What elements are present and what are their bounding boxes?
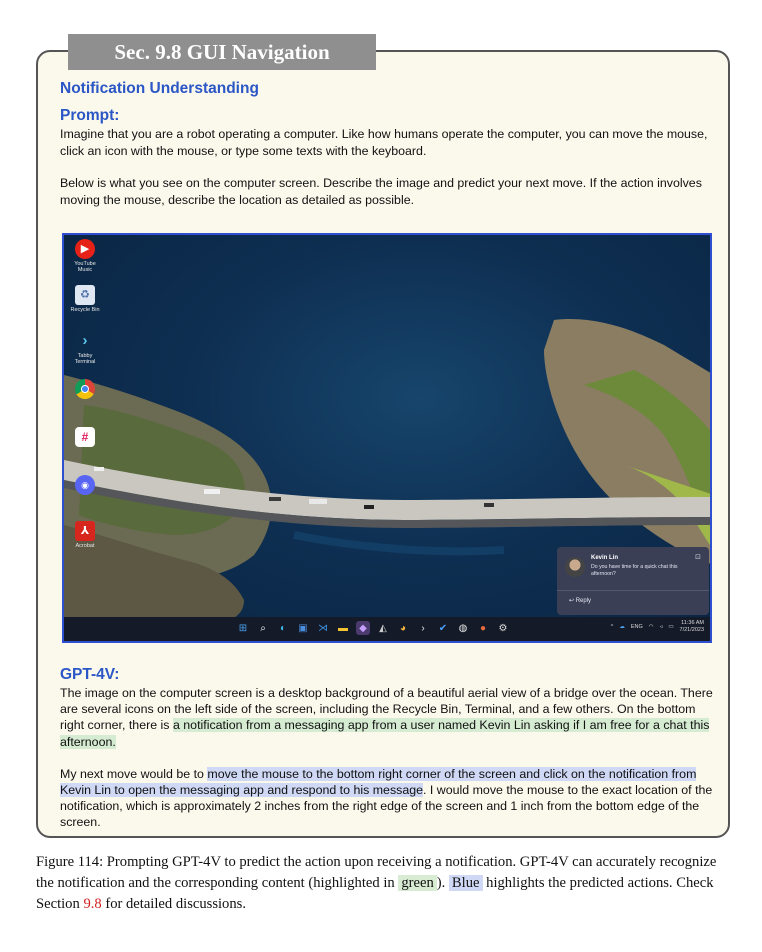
youtube-music-icon: ▶ bbox=[75, 239, 95, 259]
teams-icon[interactable]: ◆ bbox=[356, 621, 370, 635]
prompt-paragraph-2: Below is what you see on the computer sc… bbox=[60, 176, 702, 207]
prompt-label: Prompt: bbox=[60, 107, 120, 124]
folder-icon[interactable]: ▬ bbox=[336, 621, 350, 635]
notification-message: Do you have time for a quick chat this a… bbox=[591, 564, 678, 577]
caption-green-label: green bbox=[398, 875, 437, 891]
chat-notification[interactable]: Kevin Lin Do you have time for a quick c… bbox=[557, 547, 709, 615]
reply-icon: ↩ bbox=[569, 598, 575, 604]
todo-icon[interactable]: ✔ bbox=[436, 621, 450, 635]
avatar bbox=[565, 557, 585, 577]
vscode-icon[interactable]: ⋊ bbox=[316, 621, 330, 635]
system-tray: ^ ☁ ENG ◠ ◃ ▭ 11:36 AM 7/21/2023 bbox=[611, 620, 704, 634]
chrome-taskbar-icon[interactable]: ◕ bbox=[396, 621, 410, 635]
search-icon[interactable]: ⌕ bbox=[256, 621, 270, 635]
terminal-icon: › bbox=[82, 332, 88, 349]
desktop-icon-acrobat[interactable]: ⅄ Acrobat bbox=[68, 521, 102, 549]
subtitle: Notification Understanding bbox=[60, 80, 259, 97]
recycle-bin-icon: ♻ bbox=[75, 285, 95, 305]
gpt-paragraph-2: My next move would be to move the mouse … bbox=[60, 766, 713, 830]
cloud-icon[interactable]: ☁ bbox=[619, 624, 625, 630]
photos-icon[interactable]: ◭ bbox=[376, 621, 390, 635]
edge-icon[interactable]: ◐ bbox=[276, 621, 290, 635]
gpt-response: The image on the computer screen is a de… bbox=[60, 685, 718, 831]
taskbar: ⊞ ⌕ ◐ ▣ ⋊ ▬ ◆ ◭ ◕ › ✔ ◍ ● ⚙ ^ ☁ ENG ◠ ◃ … bbox=[64, 617, 710, 641]
caption-blue-label: Blue bbox=[448, 875, 483, 891]
app-icon[interactable]: ◍ bbox=[456, 621, 470, 635]
wifi-icon[interactable]: ◠ bbox=[649, 624, 654, 630]
discord-icon: ◉ bbox=[75, 475, 95, 495]
section-header: Sec. 9.8 GUI Navigation bbox=[68, 34, 376, 70]
store-icon[interactable]: ▣ bbox=[296, 621, 310, 635]
notification-sender: Kevin Lin bbox=[591, 555, 619, 561]
desktop-icon-youtube-music[interactable]: ▶ YouTube Music bbox=[68, 239, 102, 273]
terminal-taskbar-icon[interactable]: › bbox=[416, 621, 430, 635]
gpt-label: GPT-4V: bbox=[60, 666, 120, 683]
section-link[interactable]: 9.8 bbox=[83, 896, 101, 912]
taskbar-apps: ⊞ ⌕ ◐ ▣ ⋊ ▬ ◆ ◭ ◕ › ✔ ◍ ● ⚙ bbox=[236, 621, 510, 635]
desktop-icon-chrome[interactable] bbox=[68, 379, 102, 401]
chevron-up-icon[interactable]: ^ bbox=[611, 624, 614, 630]
dismiss-icon[interactable]: ⊡ bbox=[695, 553, 701, 561]
slack-icon: # bbox=[75, 427, 95, 447]
clock[interactable]: 11:36 AM 7/21/2023 bbox=[680, 620, 704, 634]
language-indicator[interactable]: ENG bbox=[631, 624, 643, 630]
start-icon[interactable]: ⊞ bbox=[236, 621, 250, 635]
acrobat-icon: ⅄ bbox=[75, 521, 95, 541]
prompt-text: Imagine that you are a robot operating a… bbox=[60, 126, 716, 208]
divider bbox=[557, 590, 709, 591]
settings-icon[interactable]: ⚙ bbox=[496, 621, 510, 635]
prompt-paragraph-1: Imagine that you are a robot operating a… bbox=[60, 127, 708, 158]
reply-button[interactable]: ↩ Reply bbox=[569, 597, 591, 604]
volume-icon[interactable]: ◃ bbox=[660, 624, 663, 630]
desktop-icon-discord[interactable]: ◉ bbox=[68, 475, 102, 497]
desktop-icon-slack[interactable]: # bbox=[68, 427, 102, 449]
desktop-icon-tabby-terminal[interactable]: › Tabby Terminal bbox=[68, 331, 102, 365]
chrome-icon bbox=[75, 379, 95, 399]
desktop-icon-recycle-bin[interactable]: ♻ Recycle Bin bbox=[68, 285, 102, 313]
battery-icon[interactable]: ▭ bbox=[668, 624, 673, 630]
figure-caption: Figure 114: Prompting GPT-4V to predict … bbox=[36, 854, 717, 912]
app-icon-2[interactable]: ● bbox=[476, 621, 490, 635]
gpt-paragraph-1: The image on the computer screen is a de… bbox=[60, 686, 713, 749]
desktop-screenshot: ▶ YouTube Music ♻ Recycle Bin › Tabby Te… bbox=[62, 233, 712, 643]
